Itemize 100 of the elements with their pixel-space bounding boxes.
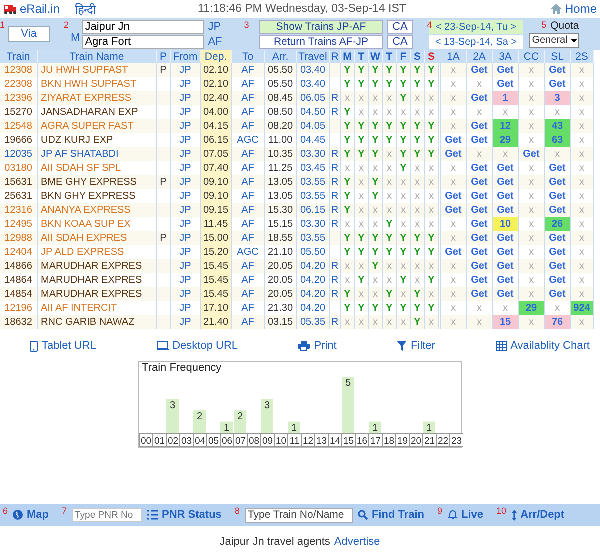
advertise-link[interactable]: Advertise <box>334 536 380 548</box>
train-number[interactable]: 14866 <box>0 259 38 273</box>
train-number[interactable]: 12548 <box>0 119 38 133</box>
toolbar-link[interactable]: Availablity Chart <box>496 340 590 352</box>
language-link[interactable]: हिन्दी <box>75 0 96 18</box>
train-name[interactable]: AII AF INTERCIT <box>38 301 156 315</box>
train-number[interactable]: 15631 <box>0 175 38 189</box>
train-name[interactable]: AII SDAH EXPRES <box>38 231 156 245</box>
class-button[interactable]: CA <box>387 35 414 49</box>
train-name[interactable]: JP AF SHATABDI <box>38 147 156 161</box>
get-link[interactable]: Get <box>492 245 518 259</box>
train-number[interactable]: 14864 <box>0 273 38 287</box>
get-link[interactable]: Get <box>466 259 492 273</box>
get-link[interactable]: Get <box>492 189 518 203</box>
get-link[interactable]: Get <box>440 203 466 217</box>
train-name[interactable]: BKN GHY EXPRESS <box>38 189 156 203</box>
get-link[interactable]: Get <box>466 91 492 105</box>
get-link[interactable]: Get <box>466 245 492 259</box>
train-name[interactable]: JANSADHARAN EXP <box>38 105 156 119</box>
train-name[interactable]: ZIYARAT EXPRESS <box>38 91 156 105</box>
get-link[interactable]: Get <box>440 147 466 161</box>
get-link[interactable]: Get <box>466 119 492 133</box>
toolbar-link[interactable]: Tablet URL <box>30 340 96 352</box>
map-link[interactable]: Map <box>13 509 50 521</box>
train-number[interactable]: 03180 <box>0 161 38 175</box>
get-link[interactable]: Get <box>466 287 492 301</box>
get-link[interactable]: Get <box>492 231 518 245</box>
train-number[interactable]: 12316 <box>0 203 38 217</box>
train-number[interactable]: 18632 <box>0 315 38 329</box>
get-link[interactable]: Get <box>440 245 466 259</box>
from-station-field[interactable]: Jaipur Jn <box>82 20 204 34</box>
get-link[interactable]: Get <box>466 189 492 203</box>
get-link[interactable]: Get <box>466 175 492 189</box>
train-name[interactable]: RNC GARIB NAWAZ <box>38 315 156 329</box>
get-link[interactable]: Get <box>544 231 570 245</box>
train-number[interactable]: 25631 <box>0 189 38 203</box>
home-link[interactable]: Home <box>550 2 597 16</box>
get-link[interactable]: Get <box>466 161 492 175</box>
get-link[interactable]: Get <box>466 217 492 231</box>
date-button[interactable]: < 13-Sep-14, Sa > <box>429 35 524 49</box>
get-link[interactable]: Get <box>466 273 492 287</box>
train-number[interactable]: 12196 <box>0 301 38 315</box>
train-name[interactable]: JU HWH SUPFAST <box>38 63 156 77</box>
pnr-field[interactable]: Type PNR No <box>72 508 142 522</box>
train-name[interactable]: BKN KOAA SUP EX <box>38 217 156 231</box>
get-link[interactable]: Get <box>492 273 518 287</box>
get-link[interactable]: Get <box>544 203 570 217</box>
train-number[interactable]: 12308 <box>0 63 38 77</box>
arr-dept-link[interactable]: Arr/Dept <box>512 509 565 521</box>
get-link[interactable]: Get <box>518 147 544 161</box>
train-number[interactable]: 22308 <box>0 77 38 91</box>
get-link[interactable]: Get <box>544 273 570 287</box>
get-link[interactable]: Get <box>544 77 570 91</box>
get-link[interactable]: Get <box>466 231 492 245</box>
get-link[interactable]: Get <box>492 203 518 217</box>
get-link[interactable]: Get <box>544 245 570 259</box>
trains-button[interactable]: Show Trains JP-AF <box>259 20 384 34</box>
train-name[interactable]: MARUDHAR EXPRES <box>38 259 156 273</box>
get-link[interactable]: Get <box>466 63 492 77</box>
get-link[interactable]: Get <box>492 63 518 77</box>
find-train-link[interactable]: Find Train <box>358 509 425 521</box>
toolbar-link[interactable]: Desktop URL <box>156 340 238 352</box>
get-link[interactable]: Get <box>440 189 466 203</box>
live-link[interactable]: Live <box>448 509 484 521</box>
train-number[interactable]: 15270 <box>0 105 38 119</box>
get-link[interactable]: Get <box>544 175 570 189</box>
get-link[interactable]: Get <box>492 161 518 175</box>
get-link[interactable]: Get <box>544 161 570 175</box>
train-number[interactable]: 19666 <box>0 133 38 147</box>
get-link[interactable]: Get <box>544 63 570 77</box>
logo-link[interactable]: eRail.in <box>20 2 60 16</box>
get-link[interactable]: Get <box>492 259 518 273</box>
train-number[interactable]: 12988 <box>0 231 38 245</box>
train-name[interactable]: BKN HWH SUPFAST <box>38 77 156 91</box>
train-name[interactable]: MARUDHAR EXPRES <box>38 273 156 287</box>
train-name[interactable]: AII SDAH SF SPL <box>38 161 156 175</box>
train-number[interactable]: 14854 <box>0 287 38 301</box>
train-number[interactable]: 12396 <box>0 91 38 105</box>
train-number[interactable]: 12404 <box>0 245 38 259</box>
train-name[interactable]: JP ALD EXPRESS <box>38 245 156 259</box>
get-link[interactable]: Get <box>492 287 518 301</box>
train-name[interactable]: ANANYA EXPRESS <box>38 203 156 217</box>
train-number[interactable]: 12495 <box>0 217 38 231</box>
train-name[interactable]: MARUDHAR EXPRES <box>38 287 156 301</box>
get-link[interactable]: Get <box>544 189 570 203</box>
get-link[interactable]: Get <box>466 203 492 217</box>
train-search-field[interactable]: Type Train No/Name <box>244 508 353 522</box>
get-link[interactable]: Get <box>492 175 518 189</box>
pnr-status-link[interactable]: PNR Status <box>147 509 222 521</box>
train-number[interactable]: 12035 <box>0 147 38 161</box>
class-button[interactable]: CA <box>387 20 414 34</box>
get-link[interactable]: Get <box>492 77 518 91</box>
toolbar-link[interactable]: Filter <box>397 340 436 352</box>
via-button[interactable]: Via <box>8 26 50 42</box>
toolbar-link[interactable]: Print <box>298 340 337 352</box>
trains-button[interactable]: Return Trains AF-JP <box>259 35 384 49</box>
train-name[interactable]: AGRA SUPER FAST <box>38 119 156 133</box>
get-link[interactable]: Get <box>544 259 570 273</box>
get-link[interactable]: Get <box>544 287 570 301</box>
to-station-field[interactable]: Agra Fort <box>82 35 204 49</box>
